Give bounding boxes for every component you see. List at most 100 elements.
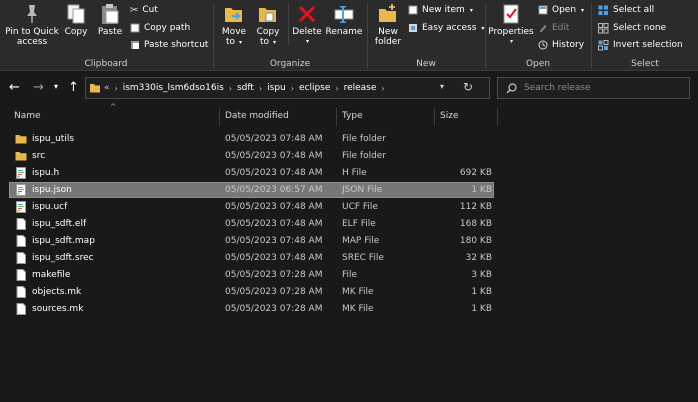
file-row[interactable]: ispu_sdft.elf 05/05/2023 07:48 AM ELF File…: [0, 216, 698, 233]
move-to-label-2: to ▾: [226, 37, 242, 47]
ribbon: Pin to Quick access Copy Paste ✂ Cut Cop…: [0, 0, 698, 71]
refresh-icon[interactable]: ↻: [463, 80, 473, 94]
file-row[interactable]: src 05/05/2023 07:48 AM File folder: [0, 148, 698, 165]
pin-to-quick-access-button[interactable]: Pin to Quick access: [4, 3, 60, 47]
column-divider[interactable]: [497, 108, 498, 126]
breadcrumb-item[interactable]: sdft: [237, 83, 254, 93]
file-name: src: [32, 151, 46, 161]
breadcrumb-item[interactable]: release: [344, 83, 377, 93]
delete-button[interactable]: Delete ▾: [292, 3, 322, 47]
breadcrumb-overflow[interactable]: «: [104, 83, 110, 93]
pin-label-2: access: [16, 37, 48, 47]
file-type: File folder: [342, 134, 387, 144]
file-row[interactable]: ispu.ucf 05/05/2023 07:48 AM UCF File 112 K…: [0, 199, 698, 216]
open-button[interactable]: Open ▾: [538, 3, 584, 17]
column-header-date-modified[interactable]: Date modified: [225, 111, 289, 121]
select-none-button[interactable]: Select none: [598, 21, 666, 35]
cut-label: Cut: [142, 5, 158, 15]
forward-arrow-icon[interactable]: →: [33, 80, 44, 95]
file-size: 692 KB: [459, 168, 492, 178]
properties-button[interactable]: Properties ▾: [488, 3, 534, 47]
move-to-button[interactable]: Move to ▾: [220, 3, 248, 48]
invert-selection-button[interactable]: Invert selection: [598, 38, 683, 52]
copy-to-button[interactable]: Copy to ▾: [254, 3, 282, 48]
column-header-size[interactable]: Size: [440, 111, 458, 121]
file-type: MK File: [342, 287, 374, 297]
easy-access-icon: [409, 24, 417, 32]
search-box[interactable]: Search release: [497, 77, 690, 99]
file-icon: [15, 303, 27, 315]
breadcrumb-separator-icon[interactable]: ›: [335, 84, 338, 93]
breadcrumb-item[interactable]: ism330is_lsm6dso16is: [123, 83, 224, 93]
properties-label: Properties: [488, 27, 534, 37]
file-date-modified: 05/05/2023 07:48 AM: [225, 219, 323, 229]
back-arrow-icon[interactable]: ←: [9, 80, 20, 95]
column-divider[interactable]: [219, 108, 220, 126]
file-row[interactable]: objects.mk 05/05/2023 07:28 AM MK File 1 KB: [0, 284, 698, 301]
breadcrumb-item[interactable]: eclipse: [299, 83, 330, 93]
address-bar[interactable]: « › ism330is_lsm6dso16is › sdft › ispu ›…: [85, 77, 490, 99]
column-divider[interactable]: [434, 108, 435, 126]
file-size: 1 KB: [471, 304, 492, 314]
select-all-button[interactable]: Select all: [598, 3, 654, 17]
column-header-name[interactable]: Name: [14, 111, 41, 121]
file-type: MK File: [342, 304, 374, 314]
file-row[interactable]: sources.mk 05/05/2023 07:28 AM MK File 1 KB: [0, 301, 698, 318]
copy-to-label-2: to ▾: [260, 37, 276, 47]
copy-to-icon: [259, 8, 276, 22]
edit-button[interactable]: Edit: [538, 21, 569, 35]
scissors-icon: ✂: [130, 4, 139, 16]
file-row[interactable]: ispu_sdft.map 05/05/2023 07:48 AM MAP File…: [0, 233, 698, 250]
copy-path-button[interactable]: Copy path: [130, 21, 190, 35]
file-row[interactable]: ispu_utils 05/05/2023 07:48 AM File folder: [0, 131, 698, 148]
paste-button[interactable]: Paste: [95, 3, 125, 37]
copy-button[interactable]: Copy: [62, 3, 90, 37]
breadcrumb-separator-icon[interactable]: ›: [229, 84, 232, 93]
new-item-button[interactable]: New item ▾: [408, 3, 473, 17]
new-folder-button[interactable]: New folder: [372, 3, 404, 47]
file-row[interactable]: ispu.json 05/05/2023 06:57 AM JSON File 1 K…: [0, 182, 698, 199]
breadcrumb-separator-icon[interactable]: ›: [259, 84, 262, 93]
copy-label: Copy: [64, 27, 88, 37]
paste-shortcut-button[interactable]: Paste shortcut: [130, 38, 208, 52]
history-label: History: [552, 40, 585, 50]
easy-access-caret-icon: ▾: [481, 24, 485, 32]
history-icon: [538, 40, 548, 50]
up-arrow-icon[interactable]: ↑: [68, 80, 79, 95]
file-size: 1 KB: [471, 185, 492, 195]
delete-x-icon: [298, 5, 316, 23]
address-dropdown-icon[interactable]: ▾: [440, 82, 444, 91]
breadcrumb-separator-icon[interactable]: ›: [115, 84, 118, 93]
breadcrumb-separator-icon[interactable]: ›: [291, 84, 294, 93]
paste-icon: [102, 4, 119, 24]
breadcrumb-separator-icon[interactable]: ›: [381, 84, 384, 93]
easy-access-label: Easy access: [422, 23, 477, 33]
history-button[interactable]: History: [538, 38, 584, 52]
delete-caret-icon: ▾: [305, 38, 309, 45]
recent-locations-chevron-icon[interactable]: ▾: [54, 82, 58, 91]
column-header-type[interactable]: Type: [342, 111, 363, 121]
file-name: ispu_utils: [32, 134, 75, 144]
select-none-icon: [598, 22, 609, 33]
cut-button[interactable]: ✂ Cut: [130, 3, 158, 17]
file-row[interactable]: makefile 05/05/2023 07:28 AM File 3 KB: [0, 267, 698, 284]
file-name: ispu.json: [32, 185, 72, 195]
pin-icon: [27, 5, 37, 23]
invert-selection-icon: [598, 39, 609, 50]
paste-shortcut-label: Paste shortcut: [144, 40, 209, 50]
file-size: 32 KB: [465, 253, 492, 263]
rename-button[interactable]: Rename: [326, 3, 362, 37]
file-name: sources.mk: [32, 304, 84, 314]
search-icon: [506, 83, 517, 94]
breadcrumb-item[interactable]: ispu: [267, 83, 286, 93]
file-row[interactable]: ispu.h 05/05/2023 07:48 AM H File 692 KB: [0, 165, 698, 182]
column-divider[interactable]: [336, 108, 337, 126]
file-icon: [15, 235, 27, 247]
breadcrumb: « › ism330is_lsm6dso16is › sdft › ispu ›…: [104, 78, 385, 98]
file-name: ispu.h: [32, 168, 60, 178]
file-row[interactable]: ispu_sdft.srec 05/05/2023 07:48 AM SREC Fi…: [0, 250, 698, 267]
new-folder-label-2: folder: [374, 37, 402, 47]
edit-icon: [540, 25, 547, 32]
easy-access-button[interactable]: Easy access ▾: [408, 21, 484, 35]
file-date-modified: 05/05/2023 06:57 AM: [225, 185, 323, 195]
